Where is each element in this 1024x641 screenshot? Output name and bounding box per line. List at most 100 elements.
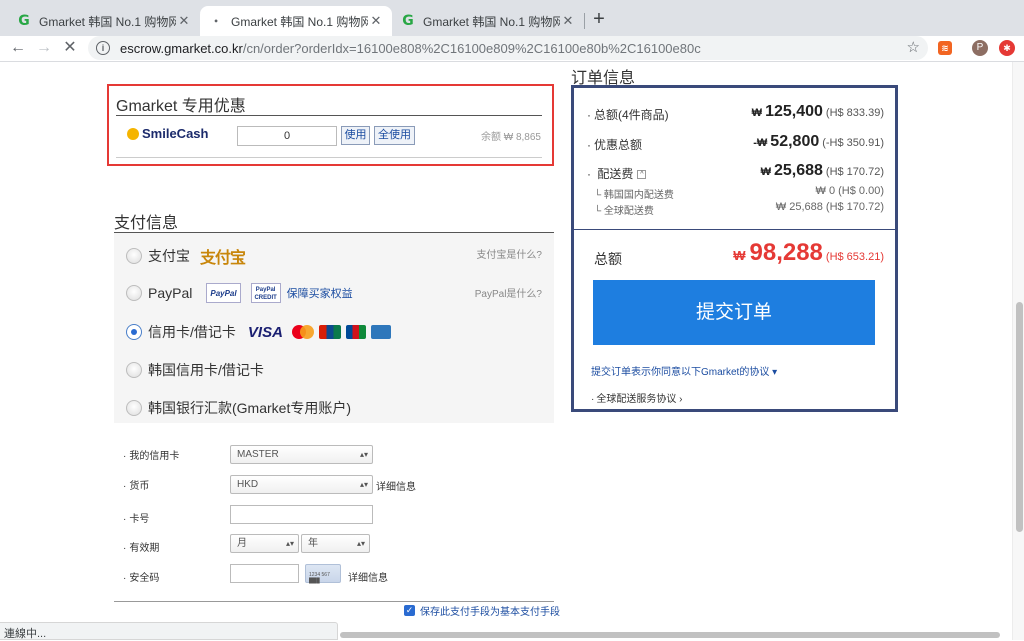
radio-button[interactable]	[126, 362, 142, 378]
close-icon[interactable]: ✕	[560, 13, 576, 29]
rss-extension-icon[interactable]: ≋	[938, 41, 952, 55]
radio-button-checked[interactable]	[126, 324, 142, 340]
alipay-help-link[interactable]: 支付宝是什么?	[476, 246, 542, 261]
tab-title: Gmarket 韩国 No.1 购物网站, 提	[231, 14, 368, 29]
payment-title: 支付信息	[114, 215, 179, 232]
option-label: 韩国银行汇款(Gmarket专用账户)	[148, 400, 351, 416]
tab-3[interactable]: G Gmarket 韩国 No.1 购物网站, 提 ✕	[392, 6, 584, 36]
shipping-label: 配送费^	[587, 165, 647, 182]
radio-button[interactable]	[126, 285, 142, 301]
info-icon[interactable]: i	[96, 41, 110, 55]
select-value: 月	[237, 538, 247, 549]
bookmark-star-icon[interactable]: ☆	[907, 38, 920, 56]
horizontal-scrollbar[interactable]	[340, 632, 1000, 638]
select-arrows-icon: ▴▾	[359, 450, 368, 459]
mastercard-icon	[290, 325, 314, 339]
url-host: escrow.gmarket.co.kr	[120, 40, 243, 56]
smilecash-amount-input[interactable]: 0	[237, 126, 337, 146]
close-icon[interactable]: ✕	[176, 13, 192, 29]
scrollbar-thumb[interactable]	[1016, 302, 1023, 532]
new-tab-button[interactable]: +	[588, 8, 610, 30]
select-arrows-icon: ▴▾	[356, 539, 365, 548]
smilecash-balance: 余额 ₩ 8,865	[480, 132, 541, 143]
currency-select[interactable]: HKD ▴▾	[230, 475, 373, 494]
payment-option-bank-transfer[interactable]: 韩国银行汇款(Gmarket专用账户)	[126, 398, 351, 418]
payment-option-card[interactable]: 信用卡/借记卡 VISA	[126, 322, 391, 342]
grand-total-amount: 98,288	[749, 239, 823, 266]
discount-value: -₩ 52,800 (-H$ 350.91)	[753, 133, 884, 151]
order-summary-box: 总额(4件商品) ₩ 125,400 (H$ 833.39) 优惠总额 -₩ 5…	[571, 85, 898, 412]
gmarket-favicon-icon: G	[402, 13, 414, 29]
select-arrows-icon: ▴▾	[359, 480, 368, 489]
card-logos: VISA	[248, 324, 391, 341]
browser-toolbar: ← → ✕ i escrow.gmarket.co.kr/cn/order?or…	[0, 36, 1024, 62]
save-payment-label: 保存此支付手段为基本支付手段	[420, 607, 560, 618]
option-label: PayPal	[148, 285, 193, 301]
extension-icon[interactable]: ✱	[999, 40, 1015, 56]
currency-detail-link[interactable]: 详细信息	[376, 478, 416, 493]
select-value: 年	[308, 538, 318, 549]
items-total-amount: 125,400	[765, 103, 823, 120]
expiry-month-select[interactable]: 月 ▴▾	[230, 534, 299, 553]
payment-option-alipay[interactable]: 支付宝 支付宝	[126, 244, 246, 268]
expiry-year-select[interactable]: 年 ▴▾	[301, 534, 370, 553]
amex-icon	[370, 325, 391, 339]
payment-option-paypal[interactable]: PayPal PayPal PayPal CREDIT 保障买家权益	[126, 283, 353, 303]
unionpay-icon	[318, 325, 341, 339]
close-icon[interactable]: ✕	[368, 13, 384, 29]
option-label: 信用卡/借记卡	[148, 324, 236, 340]
cvv-card-icon: 1234 567 ███	[305, 564, 341, 584]
submit-order-button[interactable]: 提交订单	[593, 280, 875, 345]
agreement-toggle-link[interactable]: 提交订单表示你同意以下Gmarket的协议 ▾	[591, 363, 777, 378]
use-button[interactable]: 使用	[341, 126, 370, 145]
won-symbol: ₩	[751, 107, 763, 119]
save-payment-checkbox-row[interactable]: ✓ 保存此支付手段为基本支付手段	[404, 603, 560, 618]
global-shipping-value: ₩ 25,688 (H$ 170.72)	[775, 201, 884, 213]
shipping-label-text: 配送费	[597, 167, 634, 181]
gmarket-favicon-icon: G	[18, 13, 30, 29]
shipping-amount: 25,688	[773, 162, 823, 179]
domestic-shipping-label: └ 韩国国内配送费	[594, 190, 674, 201]
tab-2-active[interactable]: • Gmarket 韩国 No.1 购物网站, 提 ✕	[200, 6, 392, 36]
use-all-button[interactable]: 全使用	[374, 126, 415, 145]
smilecash-logo: SmileCash	[127, 126, 208, 141]
collapse-icon[interactable]: ^	[637, 170, 647, 180]
url-path: /cn/order?orderIdx=16100e808%2C16100e809…	[242, 40, 701, 56]
profile-avatar[interactable]: P	[972, 40, 988, 56]
paypal-help-link[interactable]: PayPal是什么?	[475, 285, 542, 300]
items-total-label: 总额(4件商品)	[587, 106, 669, 123]
back-arrow-icon[interactable]: ←	[8, 38, 28, 58]
checkbox-checked-icon[interactable]: ✓	[404, 605, 415, 616]
divider	[574, 229, 895, 230]
my-card-select[interactable]: MASTER ▴▾	[230, 445, 373, 464]
buyer-protection-link[interactable]: 保障买家权益	[287, 285, 353, 301]
shipping-value: ₩ 25,688 (H$ 170.72)	[761, 162, 884, 180]
radio-button[interactable]	[126, 400, 142, 416]
cvv-detail-link[interactable]: 详细信息	[348, 569, 388, 584]
paypal-credit-logo: PayPal CREDIT	[250, 283, 281, 303]
vertical-scrollbar[interactable]	[1012, 62, 1024, 640]
forward-arrow-icon[interactable]: →	[34, 38, 54, 58]
status-bar: 連線中...	[0, 622, 338, 640]
alipay-logo: 支付宝	[200, 248, 246, 267]
stop-loading-icon[interactable]: ✕	[60, 38, 80, 58]
tab-title: Gmarket 韩国 No.1 购物网站, 提	[39, 14, 176, 29]
divider	[114, 601, 554, 602]
payment-option-korean-card[interactable]: 韩国信用卡/借记卡	[126, 360, 264, 380]
card-number-input[interactable]	[230, 505, 373, 524]
grand-total-hkd: (H$ 653.21)	[825, 251, 884, 263]
domestic-shipping-value: ₩ 0 (H$ 0.00)	[815, 185, 884, 197]
payment-options: 支付宝 支付宝 支付宝是什么? PayPal PayPal PayPal CRE…	[114, 233, 554, 423]
radio-button[interactable]	[126, 248, 142, 264]
visa-logo: VISA	[247, 323, 283, 341]
items-total-value: ₩ 125,400 (H$ 833.39)	[752, 103, 884, 121]
address-bar[interactable]: i escrow.gmarket.co.kr/cn/order?orderIdx…	[88, 36, 928, 60]
paypal-logo: PayPal	[206, 283, 241, 303]
select-value: HKD	[237, 479, 259, 490]
discount-amount: 52,800	[770, 133, 820, 150]
tab-1[interactable]: G Gmarket 韩国 No.1 购物网站, 提 ✕	[8, 6, 200, 36]
global-shipping-terms-link[interactable]: 全球配送服务协议 ›	[591, 390, 682, 405]
cvv-input[interactable]	[230, 564, 299, 583]
jcb-icon	[345, 325, 366, 339]
grand-total-label: 总额	[594, 251, 622, 267]
